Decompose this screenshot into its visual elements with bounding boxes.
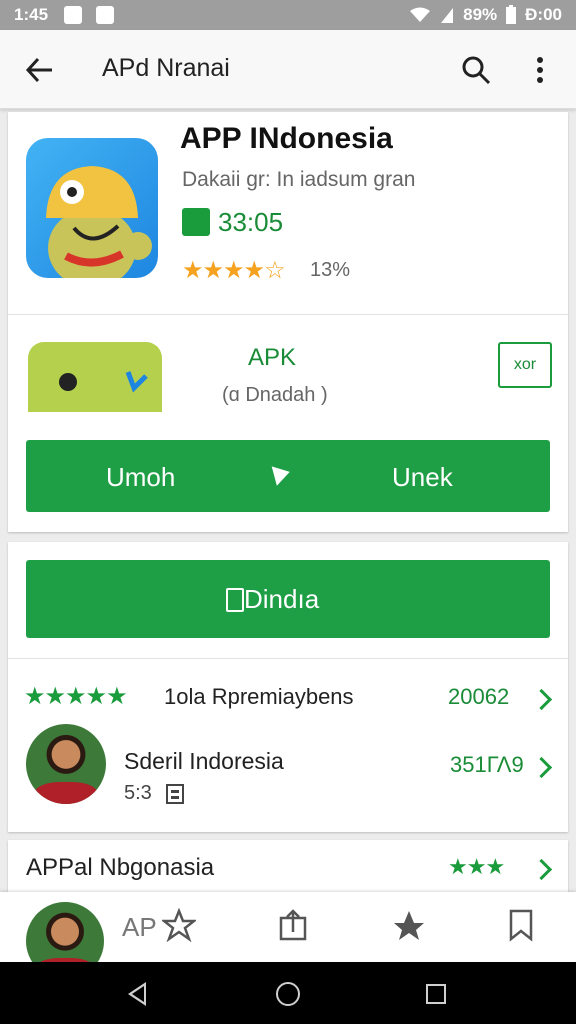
battery-icon	[506, 5, 517, 24]
list-item-label: 1ola Rpremiaybens	[164, 684, 354, 709]
chevron-right-icon[interactable]	[530, 858, 553, 881]
search-icon[interactable]	[458, 52, 494, 88]
share-icon[interactable]	[276, 908, 310, 942]
app-name: APP INdonesia	[180, 122, 393, 155]
play-icon	[271, 462, 293, 486]
right-action-button[interactable]: Unek	[392, 462, 453, 493]
size-badge-icon	[182, 208, 210, 236]
list-item[interactable]: ★★★★★ 1ola Rpremiaybens 20062	[8, 682, 568, 716]
photo-notification-icon	[96, 6, 114, 24]
rating-text: 13%	[310, 259, 351, 281]
user-name: Sderil Indoresia	[124, 748, 284, 774]
feature-icon[interactable]	[392, 908, 426, 942]
star-outline-icon[interactable]	[162, 908, 196, 942]
bottom-nav: AP	[0, 892, 576, 980]
download-button[interactable]: Dindıa	[26, 560, 550, 638]
section-title: APPal Nbgonasia	[26, 854, 215, 881]
bottom-nav-text[interactable]: AP	[122, 912, 157, 943]
system-home-icon[interactable]	[276, 982, 300, 1006]
wifi-icon	[410, 7, 431, 22]
chevron-right-icon[interactable]	[530, 756, 553, 779]
status-clock-right: Ð:00	[525, 5, 562, 24]
status-right-group: 89% Ð:00	[409, 5, 562, 25]
xor-button[interactable]: xor	[498, 342, 552, 388]
download-card: Dindıa ★★★★★ 1ola Rpremiaybens 20062 Sde…	[8, 542, 568, 832]
apk-subtitle: (ɑ Dnadah )	[222, 384, 328, 406]
apk-banner-graphic	[59, 371, 148, 393]
apk-title: APK	[248, 344, 297, 371]
download-label: Dindıa	[244, 584, 320, 614]
user-sub: 5:3	[124, 782, 152, 804]
more-menu-icon[interactable]	[528, 52, 552, 88]
action-bar[interactable]: Umoh Unek	[26, 440, 550, 512]
system-recents-icon[interactable]	[426, 984, 446, 1004]
rating-stars: ★★★★☆	[182, 257, 286, 284]
avatar	[26, 724, 106, 804]
app-size: 33:05	[218, 207, 284, 237]
app-bar: APd Nranai	[0, 30, 576, 109]
developer-name[interactable]: Dakaii gr: In iadsum gran	[182, 168, 415, 192]
list-item-value: 20062	[448, 684, 510, 709]
status-bar: 1:45 89% Ð:00	[0, 0, 576, 30]
list-item-value: 351ΓΛ9	[450, 752, 524, 777]
section-card[interactable]: APPal Nbgonasia ★★★	[8, 840, 568, 900]
system-navigation-bar	[0, 962, 576, 1024]
system-back-icon[interactable]	[128, 982, 146, 1006]
notification-icon	[64, 6, 82, 24]
left-action-button[interactable]: Umoh	[106, 462, 175, 493]
chevron-right-icon[interactable]	[530, 688, 553, 711]
bookmark-icon[interactable]	[504, 908, 538, 942]
mascot-icon	[46, 166, 152, 278]
back-arrow-icon[interactable]	[22, 52, 58, 88]
app-details-card: APP INdonesia Dakaii gr: In iadsum gran …	[8, 112, 568, 532]
calendar-icon	[166, 784, 184, 804]
battery-percent: 89%	[463, 5, 498, 24]
divider	[8, 658, 568, 659]
apk-banner-image	[28, 342, 162, 412]
divider	[8, 314, 568, 315]
rating-stars: ★★★★★	[24, 683, 128, 710]
signal-icon	[441, 8, 454, 23]
status-time: 1:45	[14, 5, 49, 24]
list-item[interactable]: Sderil Indoresia 5:3 351ΓΛ9	[8, 724, 568, 818]
page-title: APd Nranai	[102, 54, 230, 82]
app-icon	[26, 138, 158, 278]
section-stars: ★★★	[448, 854, 505, 879]
download-icon	[226, 588, 244, 612]
